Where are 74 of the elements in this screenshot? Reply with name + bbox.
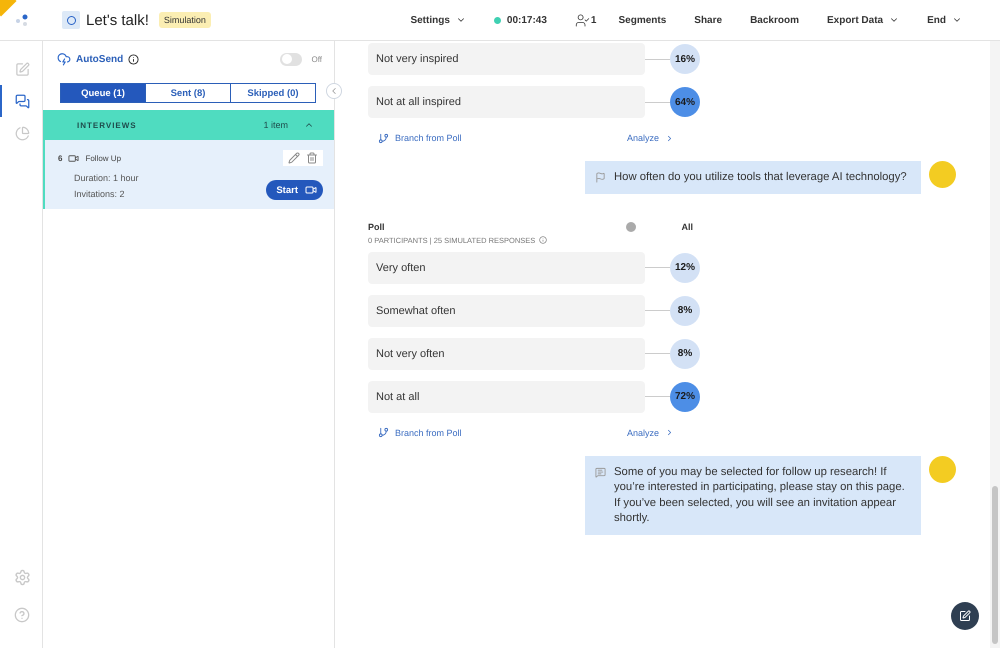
info-icon	[539, 236, 548, 244]
group-header[interactable]: INTERVIEWS 1 item	[43, 110, 334, 140]
info-icon	[128, 54, 140, 64]
mode-badge: Simulation	[158, 12, 211, 28]
queue-tab[interactable]: Skipped (0)	[230, 83, 316, 103]
person-check-icon	[574, 12, 590, 28]
edit-icon	[14, 62, 30, 76]
avatar	[929, 161, 956, 188]
compose-button[interactable]	[951, 602, 979, 630]
percent-badge: 64%	[670, 87, 700, 117]
participants-button[interactable]: 1	[574, 12, 596, 28]
flag-icon	[595, 172, 606, 183]
percent-badge: 12%	[670, 252, 700, 282]
poll-option: Somewhat often	[368, 294, 645, 326]
percent-badge: 16%	[670, 44, 700, 74]
menu-button[interactable]: Export Data	[826, 14, 900, 26]
queue-tab[interactable]: Queue (1)	[60, 83, 146, 103]
toggle-state: Off	[311, 54, 322, 64]
poll-option: Not very often	[368, 338, 645, 370]
message-text: How often do you utilize tools that leverage AI technology?	[614, 170, 907, 185]
menu-button[interactable]: End	[927, 14, 962, 26]
delete-button[interactable]	[306, 152, 318, 164]
trash-icon	[306, 152, 318, 164]
nav-link[interactable]: Share	[694, 14, 722, 26]
message-text: Some of you may be selected for follow up research! If you’re interested in participating, please stay on this page. If you’ve been selected, you will see an invitation appear shortly.	[614, 464, 906, 526]
pie-chart-icon	[14, 126, 30, 140]
session-title: Let's talk!	[86, 12, 149, 28]
poll-option: Not at all	[368, 380, 645, 412]
help-icon	[14, 607, 30, 623]
chevron-right-icon	[665, 428, 674, 437]
chat-icon	[14, 94, 30, 108]
percent-badge: 8%	[670, 338, 700, 368]
logo-icon	[14, 14, 28, 26]
autosend-toggle[interactable]	[280, 52, 302, 66]
percent-badge: 8%	[670, 296, 700, 326]
nav-link[interactable]: Backroom	[750, 14, 799, 26]
scrollbar-thumb[interactable]	[992, 486, 998, 644]
poll-option: Very often	[368, 252, 645, 284]
collapse-button[interactable]	[326, 83, 342, 99]
poll-title: Poll	[368, 222, 385, 232]
status-dot	[494, 16, 501, 24]
analyze-link[interactable]: Analyze	[626, 133, 674, 143]
elapsed-time: 00:17:43	[506, 14, 547, 26]
poll-option: Not at all inspired	[368, 86, 645, 118]
item-title: Follow Up	[85, 154, 122, 162]
duration-text: Duration: 1 hour	[74, 173, 139, 183]
start-button[interactable]: Start	[266, 180, 323, 200]
settings-icon	[14, 568, 30, 586]
poll-option: Not very inspired	[368, 43, 645, 75]
group-count: 1 item	[263, 120, 288, 130]
branch-link[interactable]: Branch from Poll	[378, 427, 462, 438]
video-camera-icon	[68, 152, 80, 164]
edit-button[interactable]	[288, 152, 300, 164]
item-number: 6	[58, 154, 62, 162]
filter-label[interactable]: All	[681, 222, 693, 232]
autosend-label: AutoSend	[76, 54, 124, 64]
branch-icon	[378, 427, 389, 438]
chevron-right-icon	[665, 134, 674, 142]
comment-icon	[595, 466, 606, 478]
menu-button[interactable]: Settings	[410, 14, 466, 26]
branch-link[interactable]: Branch from Poll	[378, 132, 462, 144]
analyze-link[interactable]: Analyze	[626, 428, 674, 438]
avatar	[929, 456, 956, 482]
invitations-text: Invitations: 2	[74, 189, 125, 199]
compose-icon	[959, 610, 971, 622]
pencil-icon	[288, 152, 300, 164]
nav-link[interactable]: Segments	[618, 14, 666, 26]
percent-badge: 72%	[670, 382, 700, 412]
branch-icon	[378, 132, 389, 144]
video-camera-icon	[305, 184, 317, 196]
queue-tab[interactable]: Sent (8)	[145, 83, 231, 103]
cloud-bolt-icon	[57, 52, 71, 66]
group-title: INTERVIEWS	[77, 120, 137, 130]
interview-card[interactable]: 6 Follow Up Duration: 1 hour Invitations: 2 Start	[43, 140, 334, 209]
